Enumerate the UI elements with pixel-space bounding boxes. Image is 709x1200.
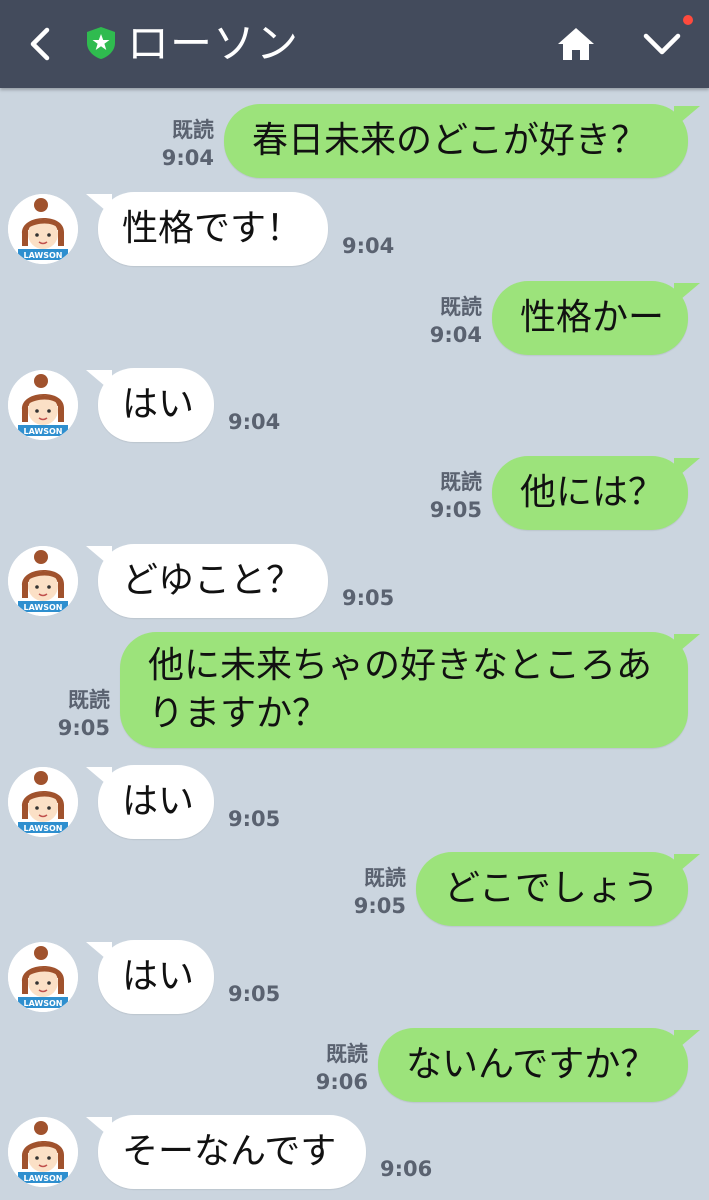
message-time: 9:05 [57, 716, 110, 740]
message-time: 9:04 [161, 146, 214, 170]
bubble-tail [674, 283, 700, 305]
read-label: 既読 [172, 118, 214, 142]
message-time: 9:05 [228, 807, 281, 831]
message-bubble[interactable]: 春日未来のどこが好き？ [224, 104, 688, 178]
svg-text:LAWSON: LAWSON [23, 427, 62, 436]
avatar[interactable]: LAWSON [8, 194, 78, 264]
read-label: 既読 [440, 470, 482, 494]
home-button[interactable] [552, 22, 600, 66]
read-receipt: 既読 9:04 [154, 116, 214, 172]
message-bubble[interactable]: どゆこと？ [98, 544, 328, 618]
bubble-tail [674, 106, 700, 128]
message-bubble[interactable]: はい [98, 940, 214, 1014]
read-label: 既読 [326, 1042, 368, 1066]
bubble-tail [86, 767, 112, 789]
read-receipt: 既読 9:06 [308, 1040, 368, 1096]
message-bubble[interactable]: 他に未来ちゃの好きなところありますか？ [120, 632, 688, 748]
avatar[interactable]: LAWSON [8, 942, 78, 1012]
avatar[interactable]: LAWSON [8, 370, 78, 440]
shield-star-icon [85, 26, 117, 60]
notification-dot [683, 15, 693, 25]
message-bubble[interactable]: ないんですか？ [378, 1028, 688, 1102]
svg-text:LAWSON: LAWSON [23, 251, 62, 260]
message-time: 9:05 [429, 498, 482, 522]
message-bubble[interactable]: そーなんです [98, 1115, 366, 1189]
read-label: 既読 [68, 688, 110, 712]
message-time: 9:04 [228, 410, 281, 434]
chevron-down-icon [643, 33, 681, 55]
read-label: 既読 [440, 295, 482, 319]
svg-text:LAWSON: LAWSON [23, 603, 62, 612]
bubble-tail [86, 546, 112, 568]
chat-header: ローソン [0, 0, 709, 88]
message-bubble[interactable]: はい [98, 765, 214, 839]
chat-title: ローソン [127, 19, 300, 68]
message-bubble[interactable]: 性格です！ [98, 192, 328, 266]
back-button[interactable] [20, 22, 60, 66]
chevron-left-icon [30, 27, 50, 61]
svg-text:LAWSON: LAWSON [23, 999, 62, 1008]
read-receipt: 既読 9:04 [422, 293, 482, 349]
message-time: 9:06 [380, 1157, 433, 1181]
message-time: 9:06 [315, 1070, 368, 1094]
bubble-tail [86, 370, 112, 392]
read-receipt: 既読 9:05 [346, 864, 406, 920]
message-time: 9:05 [342, 586, 395, 610]
message-bubble[interactable]: はい [98, 368, 214, 442]
bubble-tail [86, 1117, 112, 1139]
message-bubble[interactable]: 性格かー [492, 281, 688, 355]
read-receipt: 既読 9:05 [422, 468, 482, 524]
menu-dropdown-button[interactable] [638, 22, 686, 66]
avatar[interactable]: LAWSON [8, 1117, 78, 1187]
svg-text:LAWSON: LAWSON [23, 1174, 62, 1183]
svg-text:LAWSON: LAWSON [23, 824, 62, 833]
message-bubble[interactable]: 他には？ [492, 456, 688, 530]
bubble-tail [674, 458, 700, 480]
avatar[interactable]: LAWSON [8, 767, 78, 837]
bubble-tail [674, 634, 700, 656]
bubble-tail [674, 854, 700, 876]
read-label: 既読 [364, 866, 406, 890]
message-bubble[interactable]: どこでしょう [416, 852, 688, 926]
message-time: 9:05 [228, 982, 281, 1006]
bubble-tail [86, 942, 112, 964]
avatar[interactable]: LAWSON [8, 546, 78, 616]
read-receipt: 既読 9:05 [50, 686, 110, 742]
message-time: 9:04 [429, 323, 482, 347]
bubble-tail [86, 194, 112, 216]
bubble-tail [674, 1030, 700, 1052]
home-icon [558, 28, 594, 60]
message-time: 9:05 [353, 894, 406, 918]
message-time: 9:04 [342, 234, 395, 258]
